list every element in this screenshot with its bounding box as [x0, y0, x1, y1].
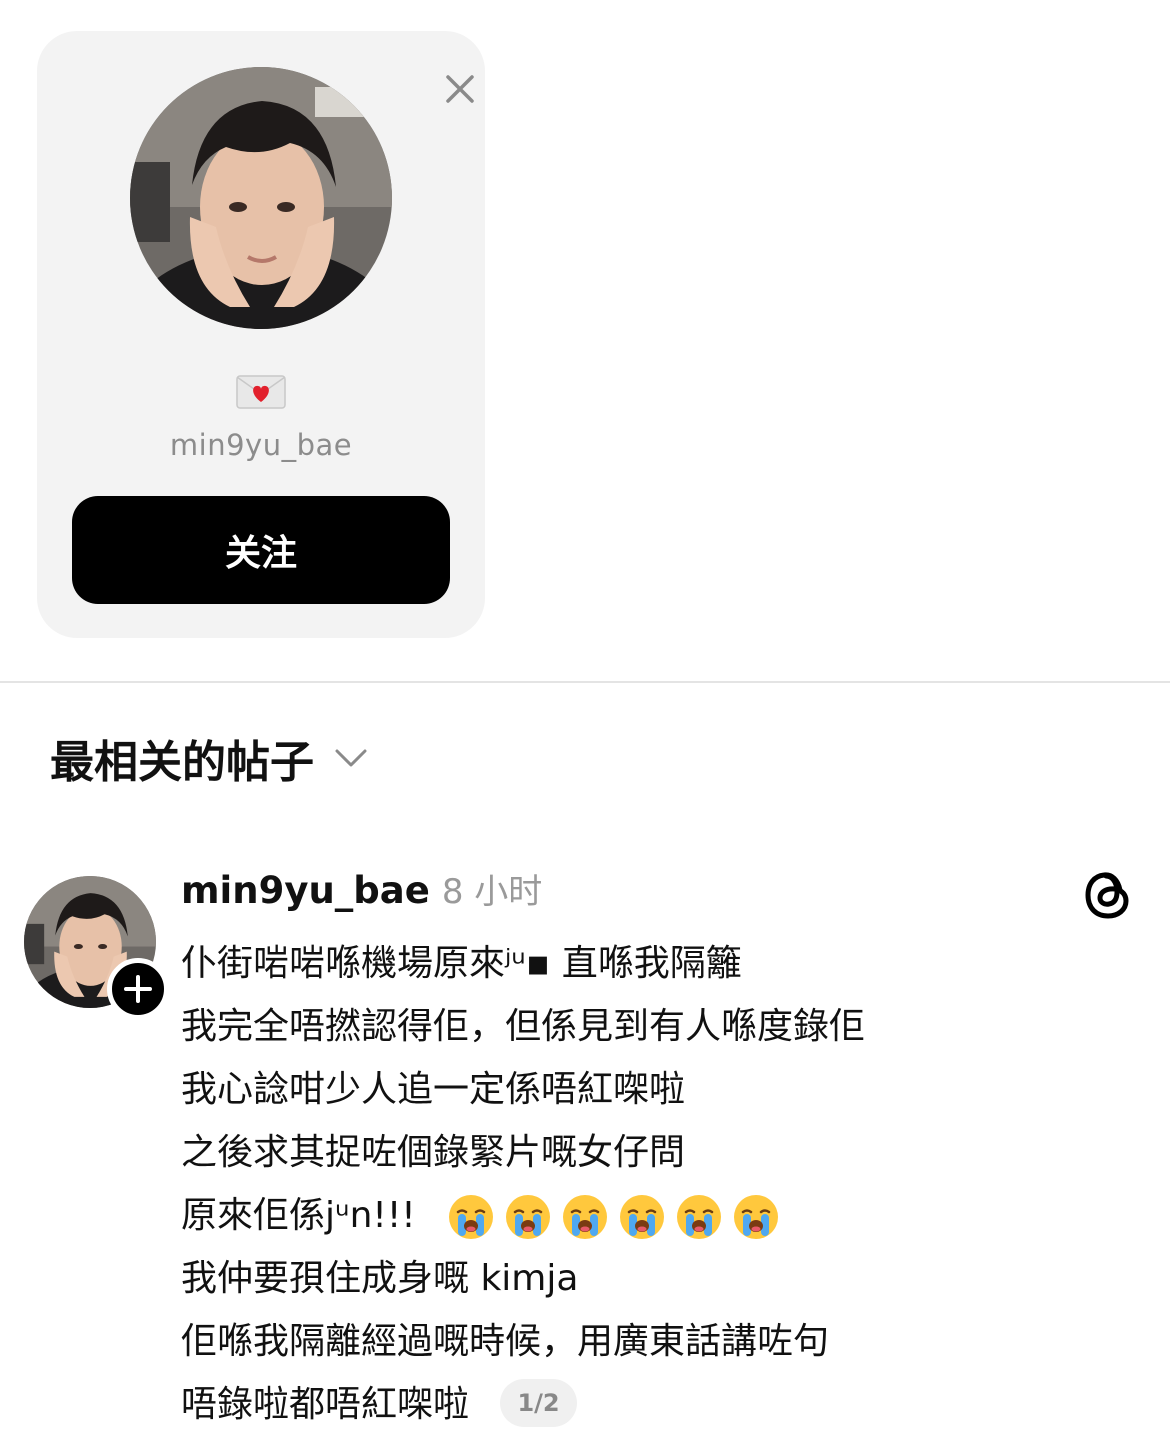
suggested-profile-card[interactable]: min9yu_bae 关注	[37, 31, 485, 638]
profile-username[interactable]: min9yu_bae	[37, 428, 485, 462]
post-text-line: 仆街啱啱喺機場原來ʲᵘ▪︎ 直喺我隔籬	[181, 943, 742, 984]
loudly-crying-face-icon	[504, 1193, 552, 1241]
post-text-line: 我仲要孭住成身嘅 kimja	[181, 1258, 579, 1299]
chevron-down-icon	[334, 748, 368, 772]
follow-plus-button[interactable]	[107, 958, 169, 1020]
emoji-row	[447, 1193, 789, 1241]
divider	[0, 681, 1170, 683]
threads-icon[interactable]	[1082, 866, 1134, 922]
post-timestamp: 8 小时	[441, 872, 543, 912]
love-letter-icon	[235, 374, 287, 410]
section-title: 最相关的帖子	[50, 737, 314, 788]
sort-selector[interactable]: 最相关的帖子	[50, 728, 368, 788]
post-text-line: 我心諗咁少人追一定係唔紅㗎啦	[181, 1069, 686, 1110]
page-indicator[interactable]: 1/2	[500, 1379, 577, 1427]
follow-button[interactable]: 关注	[72, 496, 450, 604]
post-text-line: 之後求其捉咗個錄緊片嘅女仔問	[181, 1132, 686, 1173]
loudly-crying-face-icon	[561, 1193, 609, 1241]
post-header: min9yu_bae 8 小时	[181, 864, 542, 916]
loudly-crying-face-icon	[675, 1193, 723, 1241]
post-text-line-last: 唔錄啦都唔紅㗎啦 1/2	[181, 1373, 1141, 1436]
plus-icon	[124, 975, 152, 1003]
loudly-crying-face-icon	[732, 1193, 780, 1241]
loudly-crying-face-icon	[447, 1193, 495, 1241]
post-text-line-with-emojis: 原來佢係jᵘn!!!	[181, 1184, 1141, 1247]
close-icon[interactable]	[442, 71, 478, 107]
post-username[interactable]: min9yu_bae	[181, 869, 430, 912]
post-text-line: 我完全唔撚認得佢，但係見到有人喺度錄佢	[181, 1006, 866, 1047]
post-text: 唔錄啦都唔紅㗎啦	[181, 1384, 470, 1425]
loudly-crying-face-icon	[618, 1193, 666, 1241]
post-text-line: 佢喺我隔離經過嘅時候，用廣東話講咗句	[181, 1321, 830, 1362]
post-text: 原來佢係jᵘn!!!	[181, 1195, 416, 1236]
post-body: 仆街啱啱喺機場原來ʲᵘ▪︎ 直喺我隔籬 我完全唔撚認得佢，但係見到有人喺度錄佢 …	[181, 932, 1141, 1436]
profile-avatar[interactable]	[130, 67, 392, 329]
